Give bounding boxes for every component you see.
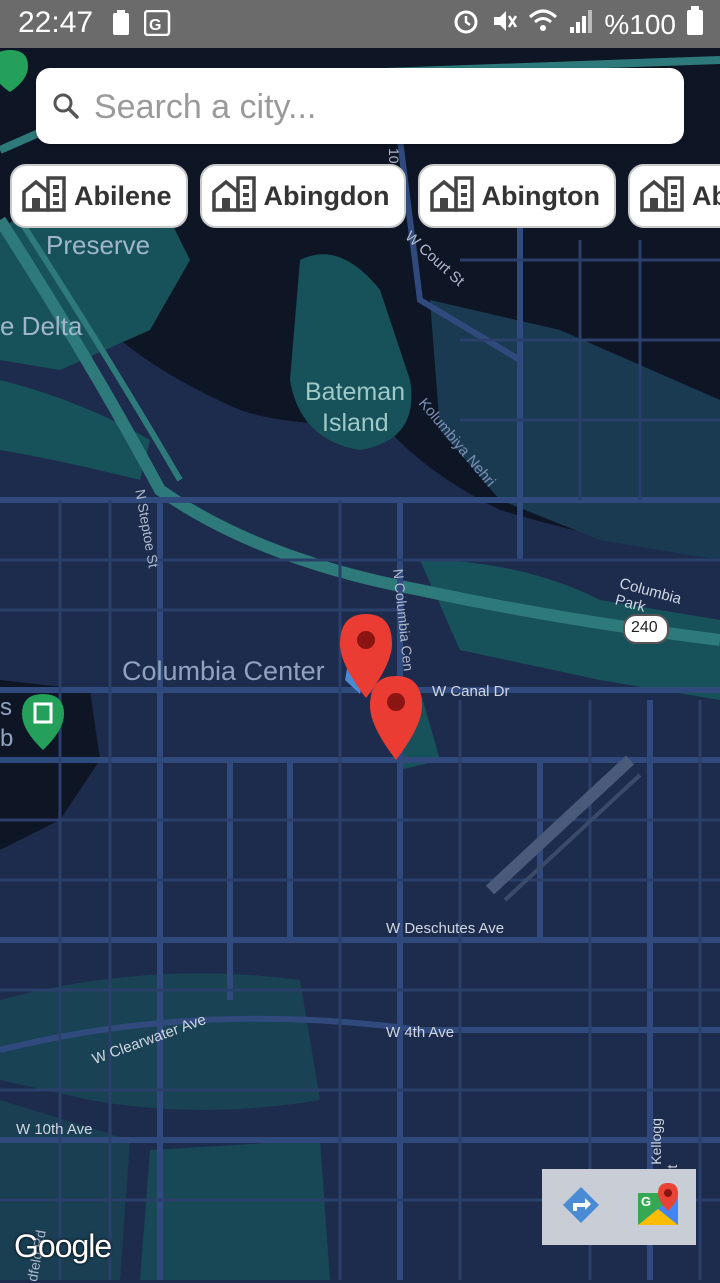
city-icon: [211, 175, 256, 217]
map-label-b-fragment: b: [0, 725, 14, 752]
search-bar[interactable]: [36, 68, 684, 144]
open-in-maps-button[interactable]: G: [619, 1169, 696, 1245]
svg-text:G: G: [149, 17, 161, 34]
battery-percent: %100: [604, 8, 676, 40]
city-icon: [429, 175, 474, 217]
map-label-island-line1: Bateman: [305, 378, 406, 406]
google-maps-icon: G: [636, 1182, 680, 1232]
city-icon: [640, 175, 684, 217]
city-chip-label: Abington: [481, 180, 600, 211]
wifi-icon: [528, 7, 558, 42]
status-bar: 22:47 G %100: [0, 0, 720, 48]
map-label-columbia-center: Columbia Center: [122, 656, 325, 686]
map-label-kellogg: S Kellogg St: [648, 1118, 680, 1178]
google-attribution: Google: [14, 1228, 112, 1264]
city-chip-abingdon[interactable]: Abingdon: [199, 164, 406, 228]
alarm-icon: [452, 7, 480, 42]
map-label-canal: W Canal Dr: [432, 683, 510, 700]
directions-icon: [561, 1185, 601, 1230]
battery-icon: [686, 6, 704, 43]
search-input[interactable]: [92, 80, 666, 134]
city-chip-absecon[interactable]: Absecon: [627, 164, 720, 228]
map-label-delta: e Delta: [0, 311, 83, 341]
translate-icon: G: [143, 9, 172, 41]
map-label-preserve: Preserve: [46, 230, 151, 260]
city-chip-label: Abingdon: [263, 180, 390, 211]
status-time: 22:47: [18, 6, 94, 39]
map-label-deschutes: W Deschutes Ave: [386, 920, 505, 937]
svg-text:G: G: [641, 1194, 651, 1209]
city-chip-label: Absecon: [691, 180, 720, 211]
map-label-tenth: W 10th Ave: [16, 1121, 93, 1138]
map-label-st-10: 10: [386, 148, 402, 164]
search-icon: [52, 92, 80, 125]
city-chip-abington[interactable]: Abington: [417, 164, 616, 228]
directions-button[interactable]: [542, 1169, 619, 1245]
city-chip-abilene[interactable]: Abilene: [10, 164, 188, 228]
signal-icon: [568, 7, 594, 42]
city-chip-row: Abilene Abingdon Abington Absecon: [10, 164, 720, 232]
map-label-fourth: W 4th Ave: [386, 1024, 455, 1041]
city-chip-label: Abilene: [74, 180, 172, 211]
map-label-island-line2: Island: [322, 409, 389, 437]
city-icon: [22, 175, 66, 217]
map-label-s-fragment: s: [0, 694, 12, 721]
mute-icon: [490, 7, 518, 42]
battery-saver-icon: [112, 10, 130, 41]
route-shield-label: 240: [631, 619, 658, 636]
